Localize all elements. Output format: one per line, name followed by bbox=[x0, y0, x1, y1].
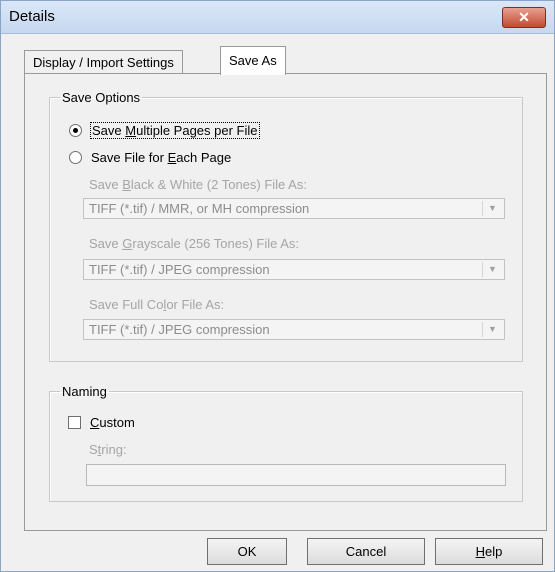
chevron-down-icon[interactable]: ▼ bbox=[482, 262, 502, 277]
full-color-format-label: Save Full Color File As: bbox=[89, 297, 225, 312]
full-color-format-dropdown[interactable]: TIFF (*.tif) / JPEG compression ▼ bbox=[83, 319, 505, 340]
tab-label: Save As bbox=[229, 53, 277, 68]
checkbox-label: Custom bbox=[90, 415, 135, 430]
help-button[interactable]: Help bbox=[435, 538, 543, 565]
tab-display-import-settings[interactable]: Display / Import Settings bbox=[24, 50, 183, 74]
details-dialog: Details ✕ Display / Import Settings Save… bbox=[0, 0, 555, 572]
custom-checkbox[interactable]: Custom bbox=[68, 415, 135, 430]
tab-label: Display / Import Settings bbox=[33, 55, 174, 70]
dropdown-value: TIFF (*.tif) / JPEG compression bbox=[89, 262, 270, 277]
bw-format-dropdown[interactable]: TIFF (*.tif) / MMR, or MH compression ▼ bbox=[83, 198, 505, 219]
string-input[interactable] bbox=[86, 464, 506, 486]
dropdown-value: TIFF (*.tif) / MMR, or MH compression bbox=[89, 201, 310, 216]
dropdown-value: TIFF (*.tif) / JPEG compression bbox=[89, 322, 270, 337]
string-label: String: bbox=[89, 442, 127, 457]
radio-label: Save File for Each Page bbox=[91, 150, 232, 165]
grayscale-format-dropdown[interactable]: TIFF (*.tif) / JPEG compression ▼ bbox=[83, 259, 505, 280]
title-bar: Details ✕ bbox=[1, 1, 554, 34]
tab-save-as[interactable]: Save As bbox=[220, 46, 286, 75]
close-button[interactable]: ✕ bbox=[502, 7, 546, 28]
ok-button[interactable]: OK bbox=[207, 538, 287, 565]
radio-button[interactable] bbox=[69, 151, 82, 164]
cancel-button[interactable]: Cancel bbox=[307, 538, 425, 565]
close-icon: ✕ bbox=[518, 9, 530, 25]
grayscale-format-label: Save Grayscale (256 Tones) File As: bbox=[89, 236, 300, 251]
chevron-down-icon[interactable]: ▼ bbox=[482, 322, 502, 337]
radio-label: Save Multiple Pages per File bbox=[90, 122, 260, 139]
window-title: Details bbox=[9, 8, 55, 25]
checkbox[interactable] bbox=[68, 416, 81, 429]
save-as-panel: Save Options Save Multiple Pages per Fil… bbox=[24, 73, 547, 531]
save-multiple-pages-radio[interactable]: Save Multiple Pages per File bbox=[69, 122, 260, 139]
naming-legend: Naming bbox=[62, 384, 107, 399]
save-file-each-page-radio[interactable]: Save File for Each Page bbox=[69, 150, 231, 165]
radio-button-checked[interactable] bbox=[69, 124, 82, 137]
save-options-legend: Save Options bbox=[62, 90, 141, 105]
chevron-down-icon[interactable]: ▼ bbox=[482, 201, 502, 216]
bw-format-label: Save Black & White (2 Tones) File As: bbox=[89, 177, 307, 192]
